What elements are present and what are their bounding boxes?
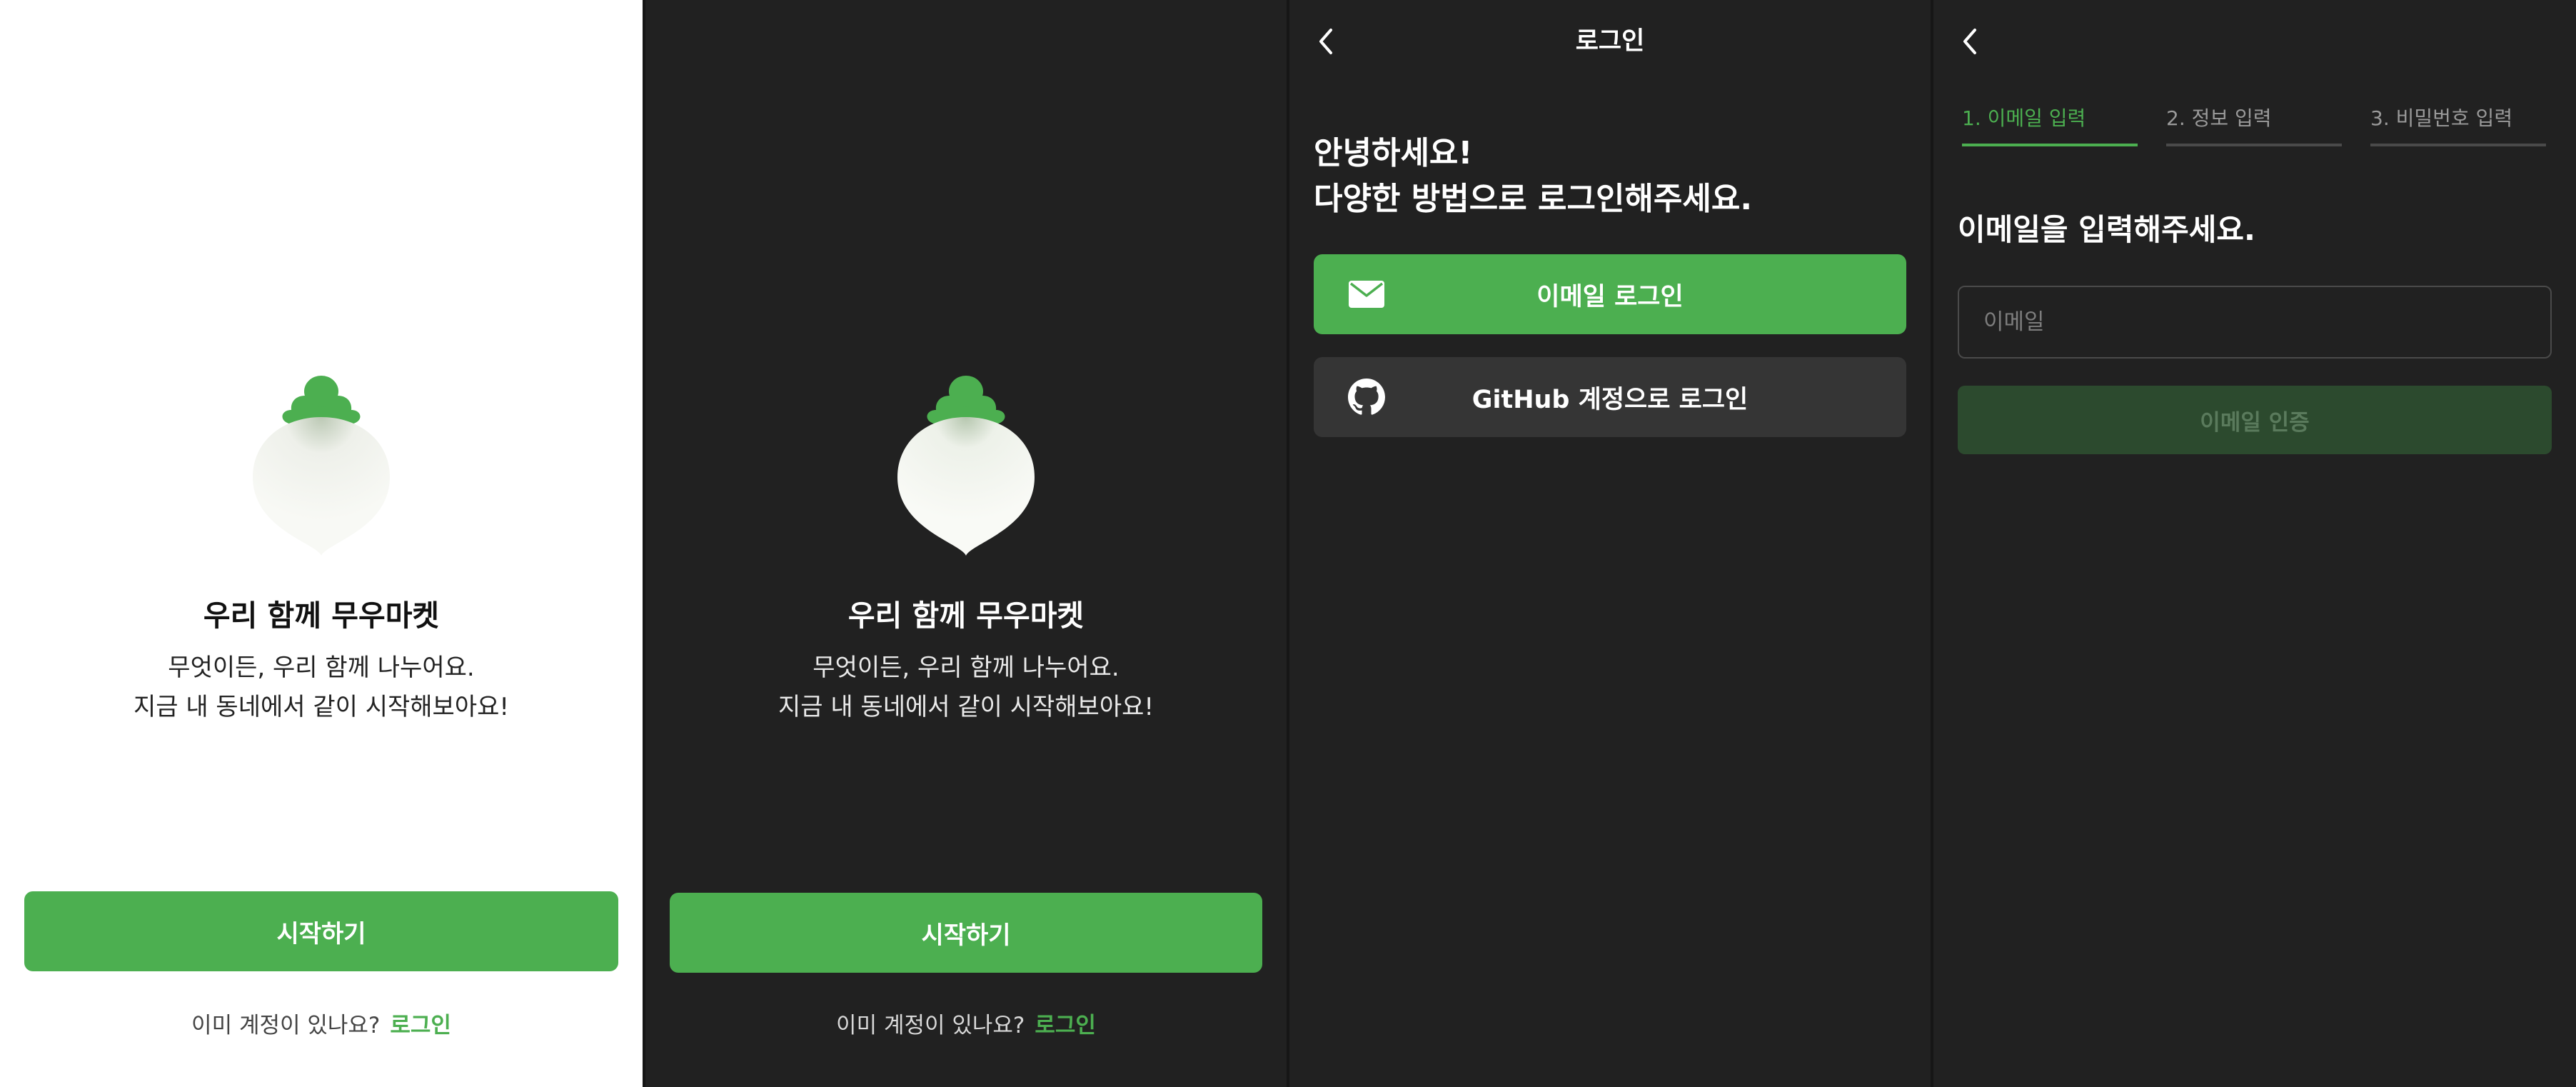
step-indicator-active <box>1962 144 2138 146</box>
welcome-subtitle-line2: 지금 내 동네에서 같이 시작해보아요! <box>133 693 510 721</box>
login-prompt: 이미 계정이 있나요? 로그인 <box>0 1007 643 1039</box>
welcome-subtitle-line2: 지금 내 동네에서 같이 시작해보아요! <box>778 693 1154 721</box>
start-button[interactable]: 시작하기 <box>24 891 618 971</box>
welcome-title: 우리 함께 무우마켓 <box>203 598 440 633</box>
radish-logo <box>897 376 1035 556</box>
radish-logo <box>253 376 390 556</box>
greeting-line1: 안녕하세요! <box>1314 135 1473 171</box>
welcome-subtitle-line1: 무엇이든, 우리 함께 나누어요. <box>168 653 475 682</box>
email-heading: 이메일을 입력해주세요. <box>1958 212 2255 247</box>
welcome-subtitle-line1: 무엇이든, 우리 함께 나누어요. <box>812 653 1120 682</box>
have-account-text: 이미 계정이 있나요? <box>191 1013 381 1038</box>
login-screen: 로그인 안녕하세요! 다양한 방법으로 로그인해주세요. 이메일 로그인 Git… <box>1289 0 1931 1087</box>
login-link[interactable]: 로그인 <box>1035 1013 1096 1038</box>
email-input[interactable] <box>1958 286 2552 359</box>
welcome-screen-light: 우리 함께 무우마켓 무엇이든, 우리 함께 나누어요. 지금 내 동네에서 같… <box>0 0 643 1087</box>
email-login-button[interactable]: 이메일 로그인 <box>1314 254 1906 334</box>
step-indicator <box>2166 144 2342 146</box>
email-login-label: 이메일 로그인 <box>1536 282 1684 311</box>
welcome-title: 우리 함께 무우마켓 <box>847 598 1085 633</box>
step-email: 1. 이메일 입력 <box>1962 106 2086 130</box>
step-info: 2. 정보 입력 <box>2166 106 2272 130</box>
github-login-label: GitHub 계정으로 로그인 <box>1471 385 1749 414</box>
step-password: 3. 비밀번호 입력 <box>2370 106 2513 130</box>
verify-email-button[interactable]: 이메일 인증 <box>1958 386 2552 454</box>
login-prompt: 이미 계정이 있나요? 로그인 <box>645 1007 1287 1039</box>
screens-frame: 우리 함께 무우마켓 무엇이든, 우리 함께 나누어요. 지금 내 동네에서 같… <box>0 0 2576 1087</box>
step-indicator <box>2370 144 2546 146</box>
start-button[interactable]: 시작하기 <box>670 893 1262 973</box>
have-account-text: 이미 계정이 있나요? <box>836 1013 1025 1038</box>
github-login-button[interactable]: GitHub 계정으로 로그인 <box>1314 357 1906 437</box>
page-title: 로그인 <box>1575 27 1645 56</box>
greeting-line2: 다양한 방법으로 로그인해주세요. <box>1314 181 1753 217</box>
login-link[interactable]: 로그인 <box>390 1013 451 1038</box>
signup-email-screen: 1. 이메일 입력 2. 정보 입력 3. 비밀번호 입력 이메일을 입력해주세… <box>1933 0 2576 1087</box>
chevron-left-icon[interactable] <box>1952 23 1989 60</box>
welcome-screen-dark: 우리 함께 무우마켓 무엇이든, 우리 함께 나누어요. 지금 내 동네에서 같… <box>645 0 1287 1087</box>
